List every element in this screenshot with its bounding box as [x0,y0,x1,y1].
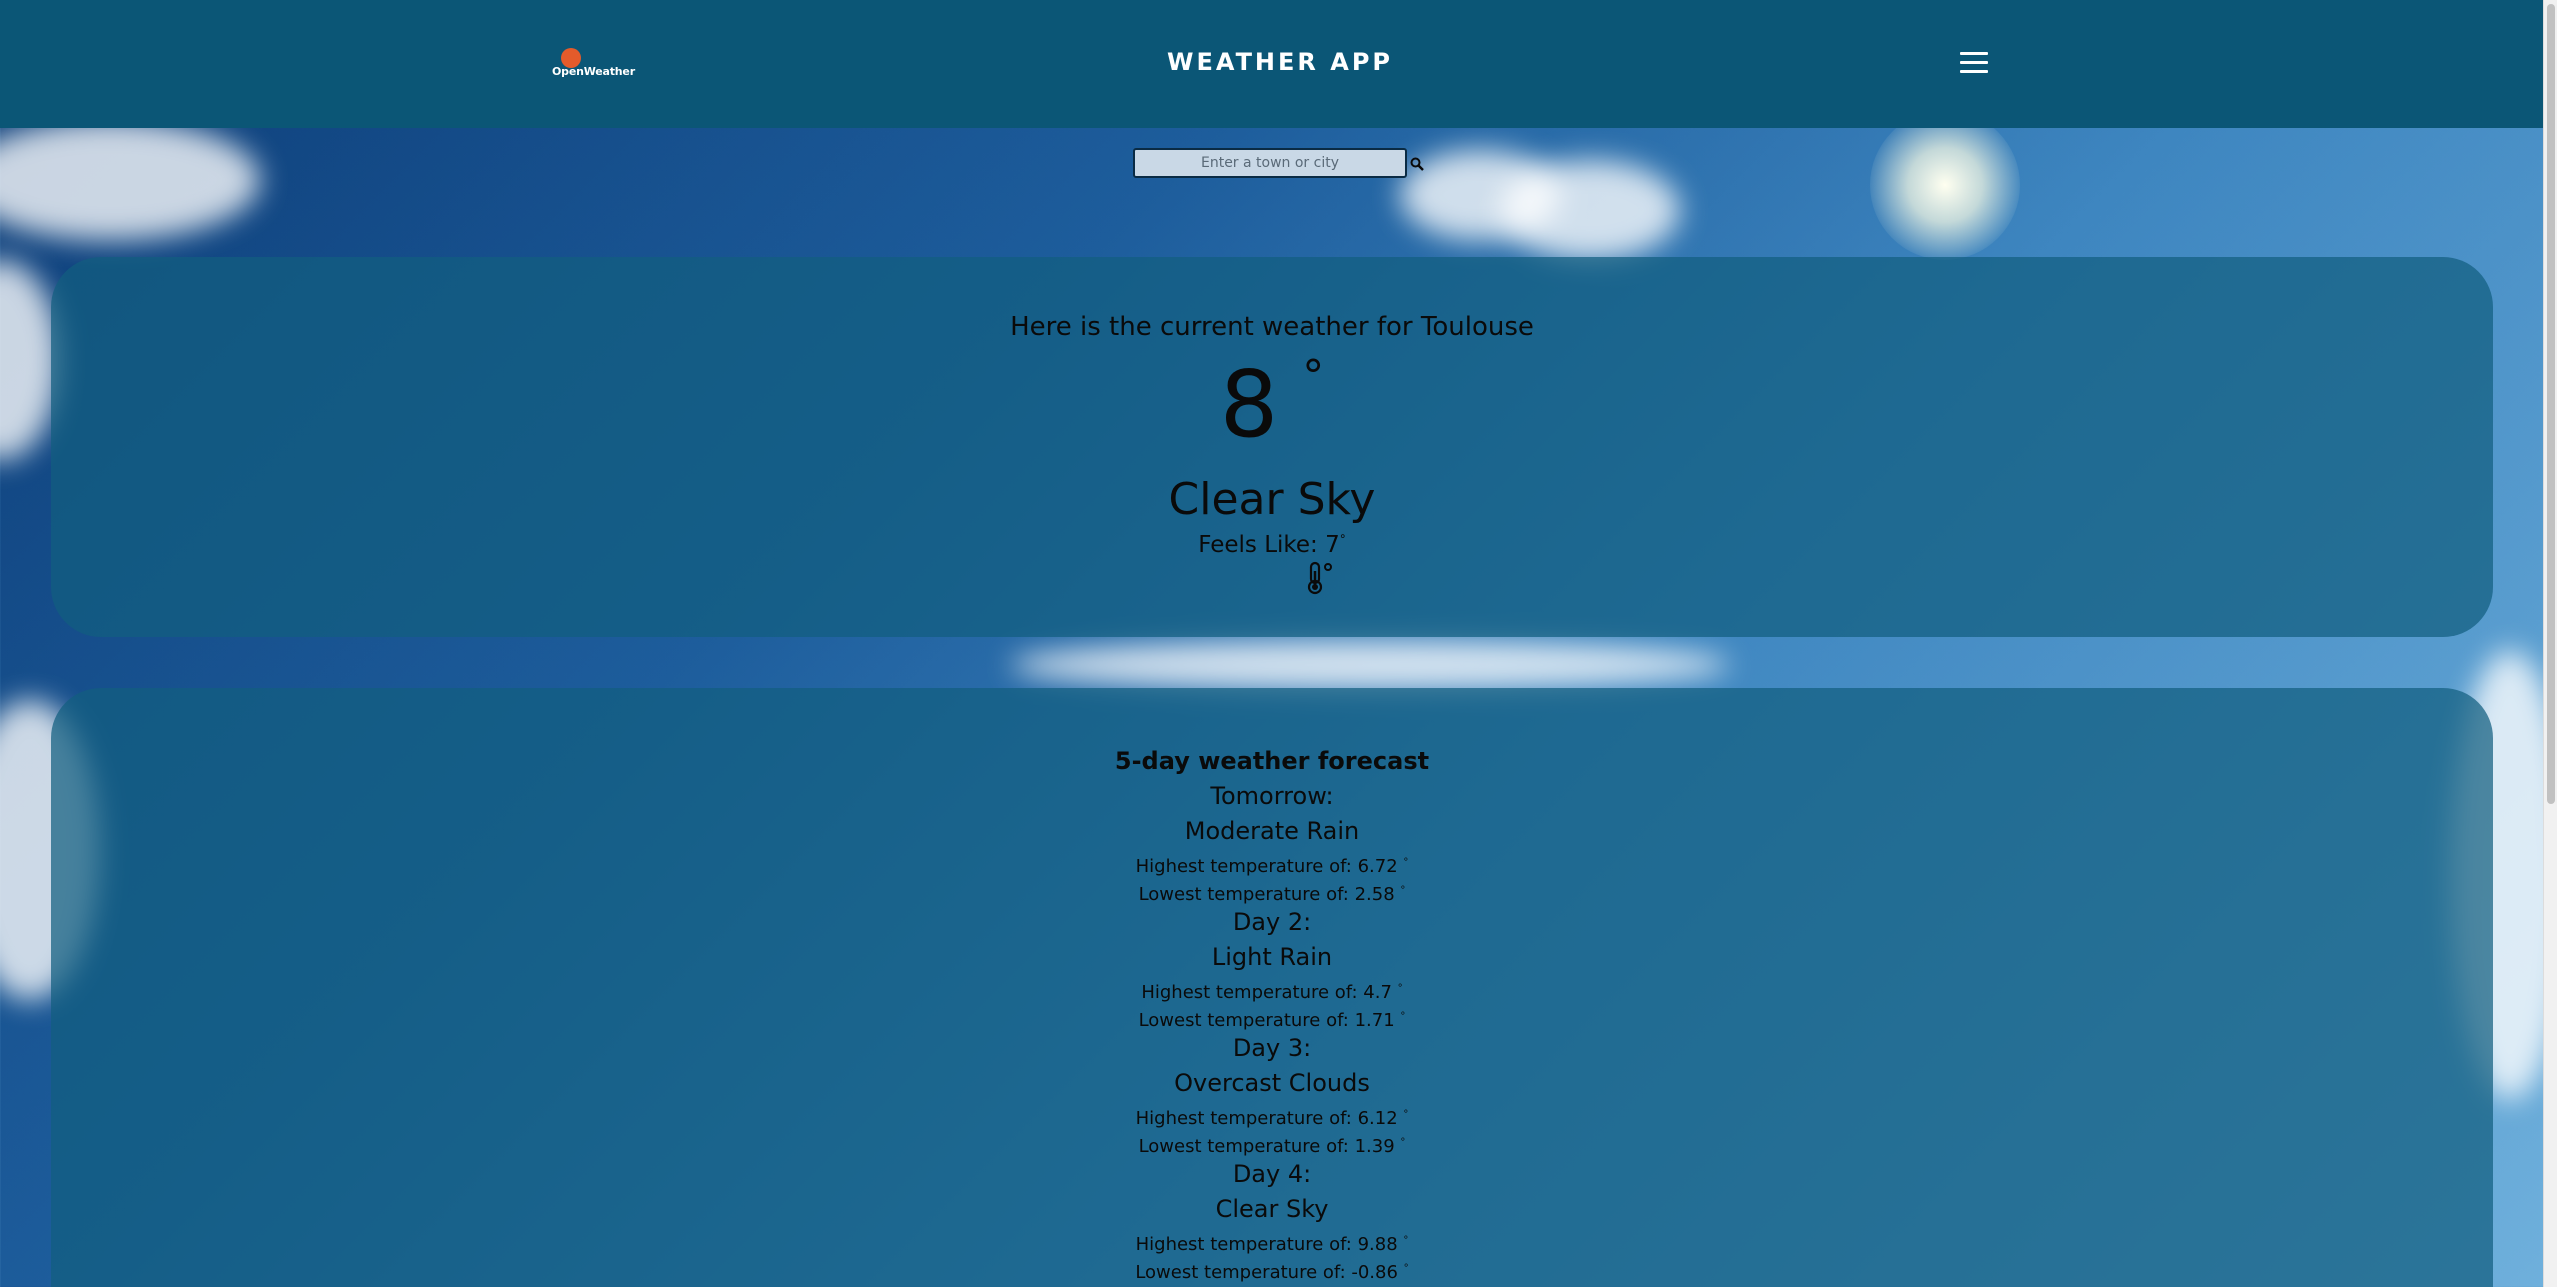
page-scrollbar[interactable] [2543,0,2557,1287]
forecast-low-temp: Lowest temperature of: 1.71 ° [1138,1010,1406,1031]
scrollbar-thumb[interactable] [2547,4,2555,804]
current-temperature: 8 ° [51,355,2493,451]
forecast-day-label: Day 2: [1232,908,1312,936]
thermometer-icon [1307,561,1337,595]
forecast-high-temp: Highest temperature of: 9.88 ° [1135,1234,1409,1255]
forecast-panel: 5-day weather forecast Tomorrow: Moderat… [51,688,2493,1287]
forecast-day-description: Light Rain [1211,943,1333,971]
forecast-day-description: Overcast Clouds [1174,1069,1370,1097]
current-weather-panel: Here is the current weather for Toulouse… [51,257,2493,637]
forecast-title: 5-day weather forecast [1114,747,1430,775]
degree-symbol: ° [1302,351,1325,402]
logo-text: OpenWeather [552,65,635,78]
search-icon[interactable] [1410,156,1424,171]
forecast-low-temp: Lowest temperature of: -0.86 ° [1135,1262,1409,1283]
current-description: Clear Sky [1168,474,1376,525]
forecast-high-temp: Highest temperature of: 4.7 ° [1141,982,1403,1003]
forecast-high-temp: Highest temperature of: 6.12 ° [1135,1108,1409,1129]
forecast-day-description: Moderate Rain [1184,817,1360,845]
forecast-day-label: Tomorrow: [1210,782,1334,810]
forecast-day-label: Day 3: [1232,1034,1312,1062]
header-bar: OpenWeather WEATHER APP [0,0,2543,128]
forecast-day-description: Clear Sky [1215,1195,1329,1223]
openweather-logo[interactable]: OpenWeather [552,48,635,80]
feels-like-label: Feels Like: 7 [1198,532,1340,558]
current-weather-heading: Here is the current weather for Toulouse [1010,312,1534,342]
forecast-list: 5-day weather forecast Tomorrow: Moderat… [51,744,2493,1283]
forecast-day-label: Day 4: [1232,1160,1312,1188]
hamburger-menu-icon[interactable] [1960,52,1988,76]
temperature-value: 8 [1219,351,1279,458]
search-input[interactable] [1133,148,1407,178]
forecast-low-temp: Lowest temperature of: 1.39 ° [1138,1136,1406,1157]
sun [1870,110,2020,260]
feels-like: Feels Like: 7° [51,532,2493,558]
degree-symbol: ° [1339,532,1346,547]
forecast-low-temp: Lowest temperature of: 2.58 ° [1138,884,1406,905]
forecast-high-temp: Highest temperature of: 6.72 ° [1135,856,1409,877]
app-title: WEATHER APP [1166,48,1394,76]
